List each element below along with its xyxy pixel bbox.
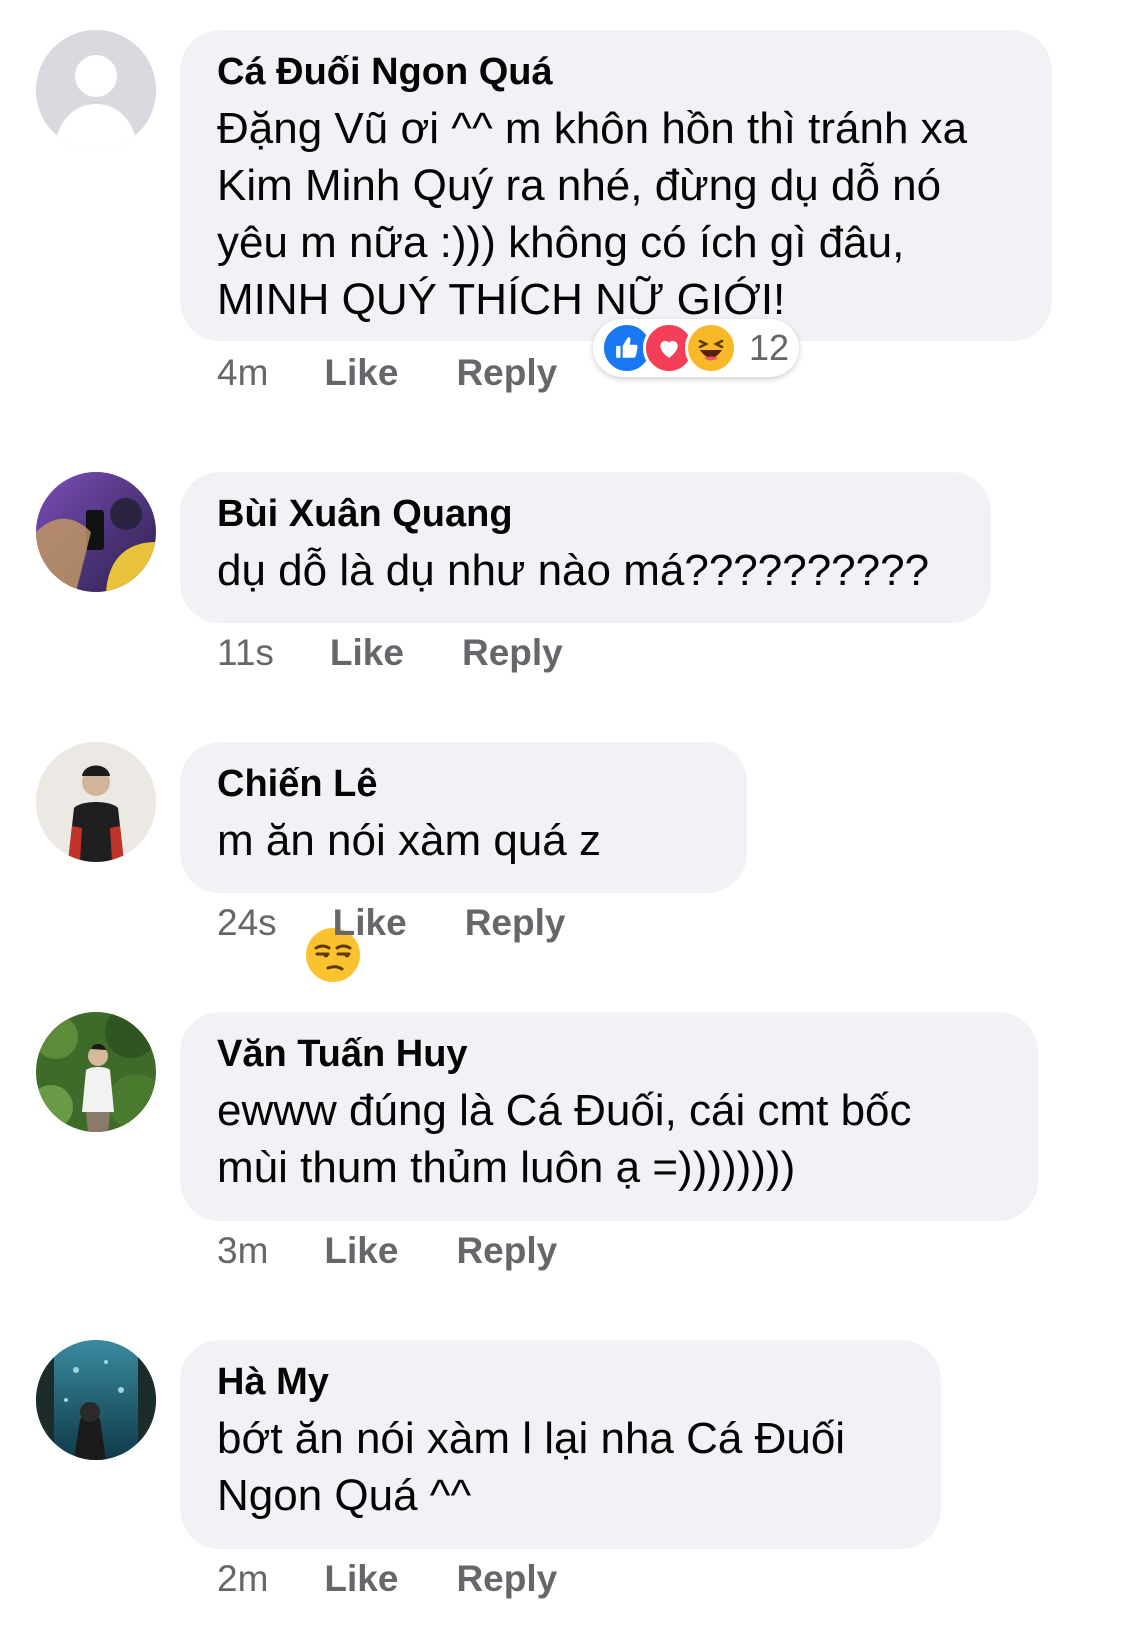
- comment-actions: 24s Like Reply: [217, 902, 565, 944]
- comment-bubble: Văn Tuấn Huy ewww đúng là Cá Đuối, cái c…: [180, 1012, 1038, 1221]
- comment-bubble: Chiến Lê m ăn nói xàm quá z: [180, 742, 747, 982]
- avatar-photo[interactable]: [36, 1012, 156, 1132]
- comment-bubble: Cá Đuối Ngon Quá Đặng Vũ ơi ^^ m khôn hồ…: [180, 30, 1052, 341]
- reply-button[interactable]: Reply: [456, 1230, 557, 1272]
- avatar-photo[interactable]: [36, 1340, 156, 1460]
- like-button[interactable]: Like: [324, 1230, 398, 1272]
- like-button[interactable]: Like: [324, 352, 398, 394]
- comment-actions: 2m Like Reply: [217, 1558, 557, 1600]
- reaction-count: 12: [749, 327, 790, 368]
- comment-text: dụ dỗ là dụ như nào má??????????: [217, 546, 930, 595]
- default-profile-icon: [36, 30, 156, 150]
- comment-time[interactable]: 3m: [217, 1230, 268, 1272]
- reactions-summary[interactable]: 12: [593, 319, 800, 377]
- reply-button[interactable]: Reply: [465, 902, 566, 944]
- profile-photo: [36, 1012, 156, 1132]
- comment-bubble: Bùi Xuân Quang dụ dỗ là dụ như nào má???…: [180, 472, 991, 623]
- profile-photo: [36, 742, 156, 862]
- comment-text-content: m ăn nói xàm quá z: [217, 816, 601, 865]
- like-button[interactable]: Like: [333, 902, 407, 944]
- avatar-default[interactable]: [36, 30, 156, 150]
- like-button[interactable]: Like: [330, 632, 404, 674]
- comment-actions: 4m Like Reply: [217, 352, 557, 394]
- like-button[interactable]: Like: [324, 1558, 398, 1600]
- comment-actions: 11s Like Reply: [217, 632, 563, 674]
- haha-icon: [685, 322, 737, 374]
- comment-time[interactable]: 11s: [217, 632, 274, 674]
- comment-author[interactable]: Hà My: [217, 1360, 905, 1404]
- comment-text: bớt ăn nói xàm l lại nha Cá Đuối Ngon Qu…: [217, 1414, 846, 1520]
- avatar-photo[interactable]: [36, 472, 156, 592]
- comment-author[interactable]: Cá Đuối Ngon Quá: [217, 50, 1016, 94]
- comment-time[interactable]: 2m: [217, 1558, 268, 1600]
- reply-button[interactable]: Reply: [462, 632, 563, 674]
- profile-photo: [36, 472, 156, 592]
- comment-author[interactable]: Văn Tuấn Huy: [217, 1032, 1002, 1076]
- comment-actions: 3m Like Reply: [217, 1230, 557, 1272]
- avatar-photo[interactable]: [36, 742, 156, 862]
- comment-text: Đặng Vũ ơi ^^ m khôn hồn thì tránh xa Ki…: [217, 104, 968, 324]
- reply-button[interactable]: Reply: [456, 1558, 557, 1600]
- comment-author[interactable]: Bùi Xuân Quang: [217, 492, 955, 536]
- reply-button[interactable]: Reply: [456, 352, 557, 394]
- comment-bubble: Hà My bớt ăn nói xàm l lại nha Cá Đuối N…: [180, 1340, 941, 1549]
- profile-photo: [36, 1340, 156, 1460]
- comment-text: ewww đúng là Cá Đuối, cái cmt bốc mùi th…: [217, 1086, 912, 1192]
- comment-author[interactable]: Chiến Lê: [217, 762, 711, 806]
- comment-time[interactable]: 4m: [217, 352, 268, 394]
- comment-time[interactable]: 24s: [217, 902, 277, 944]
